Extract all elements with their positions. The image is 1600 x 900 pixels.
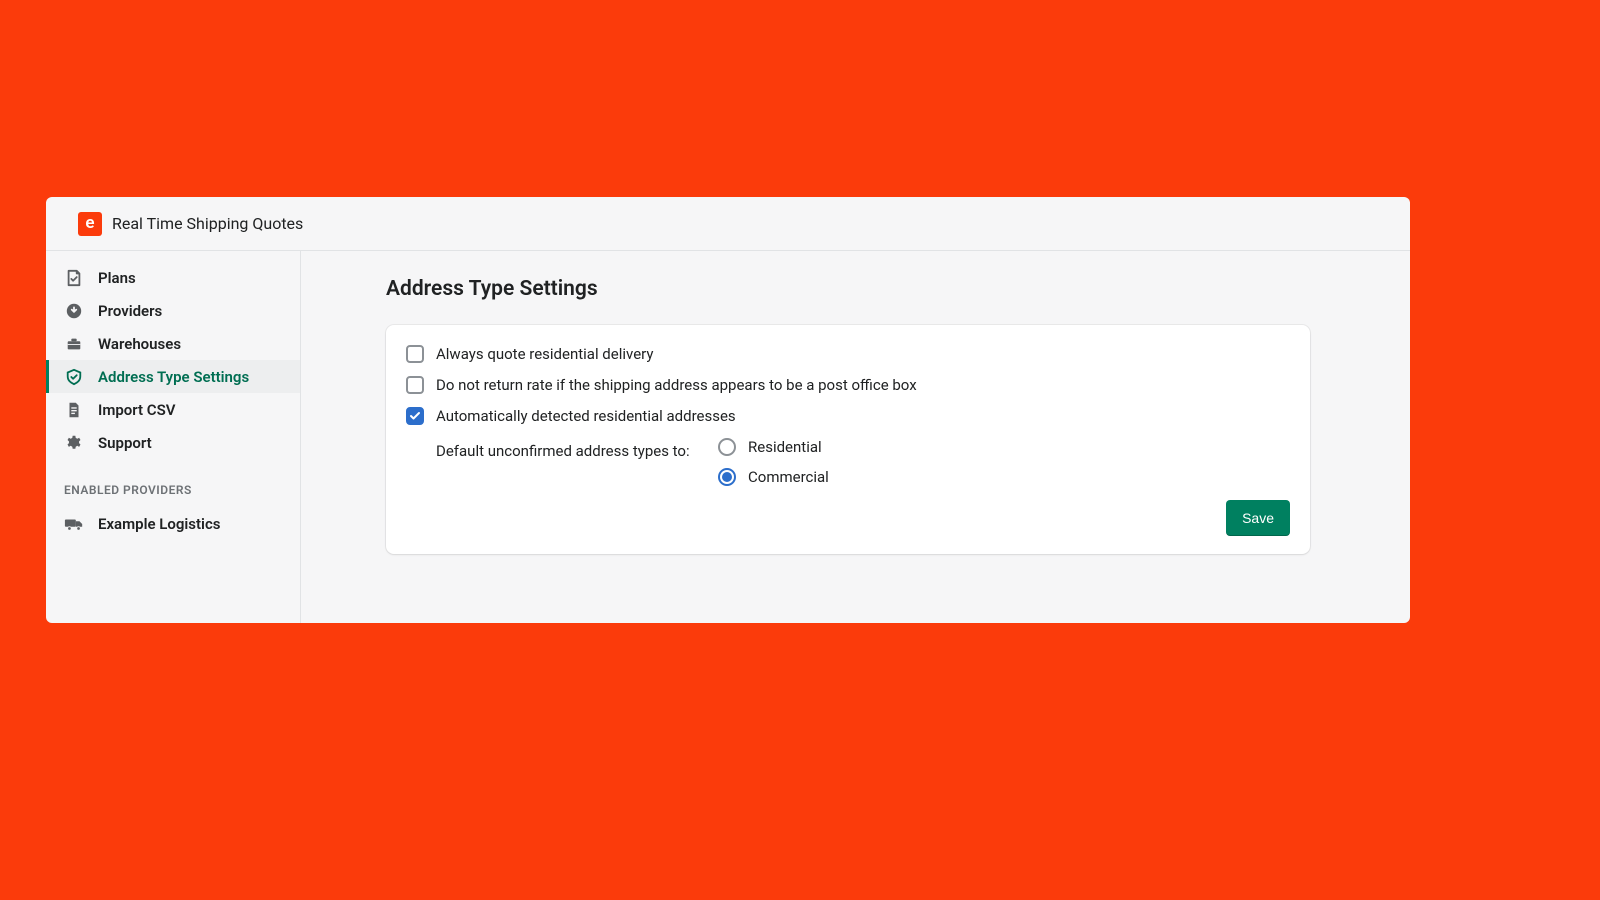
sidebar-item-plans[interactable]: Plans: [46, 261, 300, 294]
radio-row-residential[interactable]: Residential: [718, 438, 829, 456]
checkbox-unchecked[interactable]: [406, 376, 424, 394]
sidebar-section-header: ENABLED PROVIDERS: [46, 459, 300, 507]
checkbox-label: Do not return rate if the shipping addre…: [436, 376, 917, 394]
checkbox-label: Automatically detected residential addre…: [436, 407, 736, 425]
truck-icon: [64, 514, 84, 534]
sidebar-item-label: Address Type Settings: [98, 368, 249, 386]
gear-icon: [64, 433, 84, 453]
sidebar-provider-item[interactable]: Example Logistics: [46, 507, 300, 540]
sidebar-item-label: Warehouses: [98, 335, 181, 353]
logo-letter: e: [85, 215, 94, 232]
app-logo: e: [78, 212, 102, 236]
page-title: Address Type Settings: [386, 277, 1310, 301]
sidebar-item-label: Plans: [98, 269, 136, 287]
default-address-type-group: Default unconfirmed address types to: Re…: [406, 438, 1290, 486]
sidebar-item-warehouses[interactable]: Warehouses: [46, 327, 300, 360]
main-content: Address Type Settings Always quote resid…: [301, 251, 1410, 623]
titlebar: e Real Time Shipping Quotes: [46, 197, 1410, 251]
sidebar-item-label: Providers: [98, 302, 162, 320]
radio-row-commercial[interactable]: Commercial: [718, 468, 829, 486]
checkbox-row-always-quote[interactable]: Always quote residential delivery: [406, 345, 1290, 363]
radio-label: Residential: [748, 438, 822, 456]
app-body: Plans Providers Warehouses Address Type …: [46, 251, 1410, 623]
app-title: Real Time Shipping Quotes: [112, 214, 303, 233]
radio-selected[interactable]: [718, 468, 736, 486]
checkbox-checked[interactable]: [406, 407, 424, 425]
document-check-icon: [64, 268, 84, 288]
card-footer: Save: [406, 496, 1290, 536]
sidebar-item-import-csv[interactable]: Import CSV: [46, 393, 300, 426]
download-circle-icon: [64, 301, 84, 321]
radio-unselected[interactable]: [718, 438, 736, 456]
save-button[interactable]: Save: [1226, 500, 1290, 536]
sidebar-item-providers[interactable]: Providers: [46, 294, 300, 327]
checkbox-unchecked[interactable]: [406, 345, 424, 363]
app-window: e Real Time Shipping Quotes Plans Provid…: [46, 197, 1410, 623]
sidebar-item-label: Support: [98, 434, 152, 452]
sidebar-item-support[interactable]: Support: [46, 426, 300, 459]
radio-group: Residential Commercial: [718, 438, 829, 486]
sidebar-item-label: Import CSV: [98, 401, 176, 419]
sidebar-item-label: Example Logistics: [98, 515, 220, 533]
checkbox-row-auto-detect[interactable]: Automatically detected residential addre…: [406, 407, 1290, 425]
radio-label: Commercial: [748, 468, 829, 486]
file-icon: [64, 400, 84, 420]
sidebar: Plans Providers Warehouses Address Type …: [46, 251, 301, 623]
briefcase-icon: [64, 334, 84, 354]
shield-check-icon: [64, 367, 84, 387]
checkbox-row-no-po-box[interactable]: Do not return rate if the shipping addre…: [406, 376, 1290, 394]
default-label: Default unconfirmed address types to:: [436, 438, 718, 460]
sidebar-item-address-type-settings[interactable]: Address Type Settings: [46, 360, 300, 393]
checkbox-label: Always quote residential delivery: [436, 345, 653, 363]
settings-card: Always quote residential delivery Do not…: [386, 325, 1310, 554]
